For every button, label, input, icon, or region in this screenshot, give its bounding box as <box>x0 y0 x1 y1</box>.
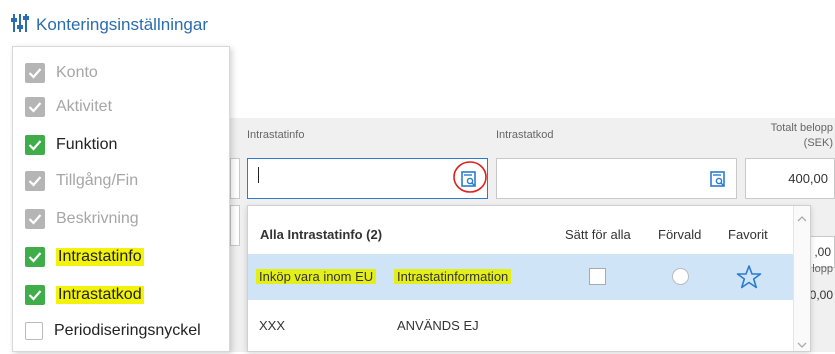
menu-item-label: Aktivitet <box>56 98 113 115</box>
intrastatinfo-label: Intrastatinfo <box>247 129 305 141</box>
row-name: ANVÄNDS EJ <box>397 318 479 333</box>
chevron-down-icon[interactable] <box>797 336 807 354</box>
menu-item-konto[interactable]: Konto <box>25 59 98 87</box>
menu-item-funktion[interactable]: Funktion <box>25 131 117 159</box>
menu-item-tillgang-fin[interactable]: Tillgång/Fin <box>25 167 138 195</box>
checkbox-checked-disabled[interactable] <box>25 63 45 83</box>
amount-field-3[interactable]: 0,00 <box>810 288 833 302</box>
column-favorite: Favorit <box>728 227 768 242</box>
settings-dropdown: Konto Aktivitet Funktion Tillgång/Fin Be… <box>12 46 230 352</box>
sliders-icon[interactable] <box>10 12 30 39</box>
checkbox-unchecked[interactable] <box>25 322 43 340</box>
total-amount-label: Totalt belopp <box>770 122 833 134</box>
red-circle-annotation <box>451 157 489 200</box>
popup-scrollbar[interactable] <box>793 206 810 351</box>
intrastatkod-input[interactable] <box>496 158 737 199</box>
lookup-icon[interactable] <box>710 171 726 192</box>
table-row[interactable]: XXX ANVÄNDS EJ <box>248 300 796 350</box>
table-row[interactable]: Inköp vara inom EU Intrastatinformation <box>248 254 796 300</box>
menu-item-periodiseringsnyckel[interactable]: Periodiseringsnyckel <box>25 317 201 345</box>
menu-item-label: Intrastatinfo <box>56 248 144 266</box>
menu-item-label: Tillgång/Fin <box>56 172 139 189</box>
left-field-edge-2[interactable] <box>230 205 240 246</box>
intrastatkod-label: Intrastatkod <box>496 129 554 141</box>
column-set-all: Sätt för alla <box>565 227 631 242</box>
menu-item-label: Beskrivning <box>56 210 139 227</box>
menu-item-intrastatkod[interactable]: Intrastatkod <box>25 281 144 309</box>
page-header: Konteringsinställningar <box>10 10 208 40</box>
checkbox-checked-disabled[interactable] <box>25 171 45 191</box>
total-amount-field[interactable]: 400,00 <box>745 158 835 199</box>
checkbox-checked-disabled[interactable] <box>25 209 45 229</box>
checkbox-checked-disabled[interactable] <box>25 97 45 117</box>
default-radio[interactable] <box>672 268 689 285</box>
row-name: Intrastatinformation <box>394 269 512 284</box>
column-default: Förvald <box>658 227 702 242</box>
popup-header: Alla Intrastatinfo (2) <box>260 227 383 242</box>
amount-label-3: lopp <box>812 263 833 275</box>
text-caret <box>258 167 259 183</box>
menu-item-label: Funktion <box>56 136 118 153</box>
menu-item-aktivitet[interactable]: Aktivitet <box>25 93 112 121</box>
row-code: Inköp vara inom EU <box>256 269 377 284</box>
menu-item-label: Intrastatkod <box>56 286 144 304</box>
row-code: XXX <box>259 318 286 333</box>
menu-item-beskrivning[interactable]: Beskrivning <box>25 205 139 233</box>
intrastatinfo-lookup-popup: Alla Intrastatinfo (2) Sätt för alla För… <box>247 205 811 352</box>
settings-title[interactable]: Konteringsinställningar <box>36 15 208 35</box>
set-for-all-checkbox[interactable] <box>589 268 606 285</box>
checkbox-checked[interactable] <box>25 285 45 305</box>
menu-item-intrastatinfo[interactable]: Intrastatinfo <box>25 243 144 271</box>
chevron-up-icon[interactable] <box>797 210 807 228</box>
star-icon[interactable] <box>736 264 762 295</box>
checkbox-checked[interactable] <box>25 247 45 267</box>
intrastatinfo-input[interactable] <box>247 158 488 199</box>
menu-item-label: Konto <box>56 64 98 81</box>
menu-item-label: Periodiseringsnyckel <box>54 322 201 339</box>
left-field-edge[interactable] <box>230 158 240 199</box>
checkbox-checked[interactable] <box>25 135 45 155</box>
total-amount-currency: (SEK) <box>803 137 833 149</box>
